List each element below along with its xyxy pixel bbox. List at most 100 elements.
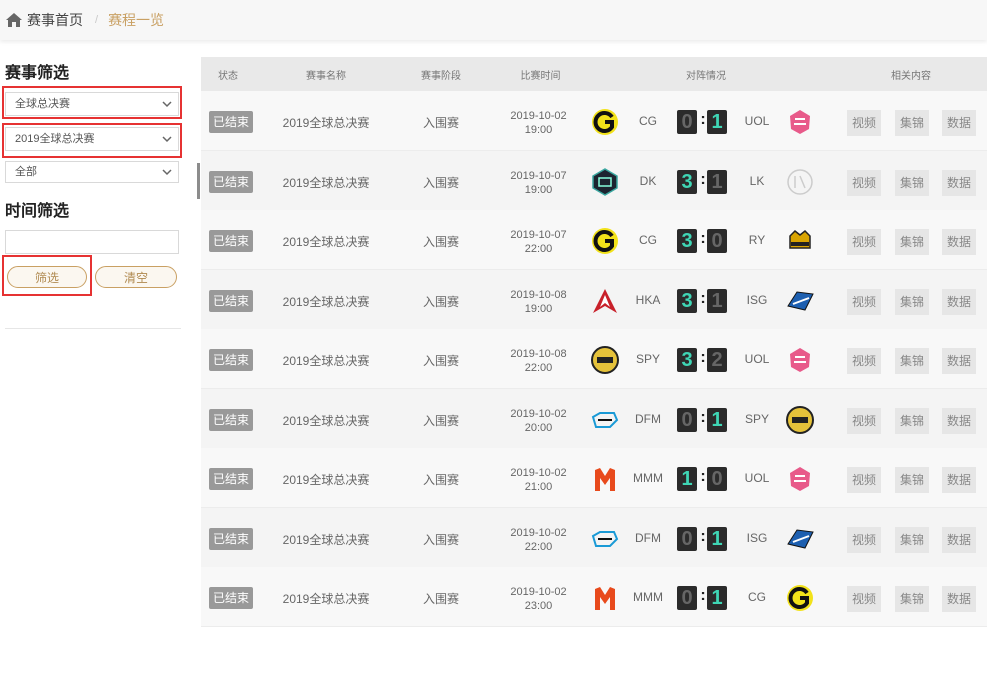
video-button[interactable]: 视频 <box>847 229 881 255</box>
breadcrumb-separator: / <box>95 14 99 26</box>
event-stage: 入围赛 <box>422 413 459 428</box>
table-row[interactable]: 已结束 2019全球总决赛 入围赛 2019-10-07 19:00 DK 3 … <box>197 150 987 211</box>
event-name: 2019全球总决赛 <box>282 413 370 428</box>
team2-name: RY <box>748 233 766 247</box>
table-row[interactable]: 已结束 2019全球总决赛 入围赛 2019-10-02 22:00 DFM 0… <box>201 507 987 568</box>
table-row[interactable]: 已结束 2019全球总决赛 入围赛 2019-10-02 23:00 MMM 0… <box>201 567 987 627</box>
table-row[interactable]: 已结束 2019全球总决赛 入围赛 2019-10-02 21:00 MMM 1… <box>201 448 987 508</box>
team1-name: DK <box>639 173 657 188</box>
table-row[interactable]: 已结束 2019全球总决赛 入围赛 2019-10-07 22:00 CG 3 … <box>201 210 987 270</box>
match-date: 2019-10-02 <box>510 407 567 420</box>
score-separator: : <box>700 349 706 366</box>
video-button[interactable]: 视频 <box>847 169 881 196</box>
team1-name: MMM <box>633 590 663 604</box>
uol-logo-icon <box>790 110 810 134</box>
highlights-button[interactable]: 集锦 <box>895 348 929 374</box>
stats-button[interactable]: 数据 <box>942 169 976 196</box>
stats-button[interactable]: 数据 <box>942 110 976 136</box>
team2-score: 1 <box>707 110 727 134</box>
stats-button[interactable]: 数据 <box>942 407 976 434</box>
highlights-button[interactable]: 集锦 <box>895 407 929 434</box>
stats-button[interactable]: 数据 <box>942 229 976 255</box>
highlights-button[interactable]: 集锦 <box>895 229 929 255</box>
highlights-button[interactable]: 集锦 <box>895 288 929 315</box>
highlights-button[interactable]: 集锦 <box>895 526 929 553</box>
team2-name: UOL <box>744 352 770 366</box>
team2-name: SPY <box>744 411 769 426</box>
video-button[interactable]: 视频 <box>847 348 881 374</box>
event-filter-title: 赛事筛选 <box>5 65 70 82</box>
video-button[interactable]: 视频 <box>847 467 881 493</box>
breadcrumb-current: 赛程一览 <box>108 12 165 28</box>
status-badge: 已结束 <box>209 349 253 371</box>
hka-logo-icon <box>593 288 617 313</box>
team2-name: LK <box>749 173 765 188</box>
match-hour: 19:00 <box>524 302 553 315</box>
video-button[interactable]: 视频 <box>847 526 881 553</box>
breadcrumb-home-link[interactable]: 赛事首页 <box>27 10 83 30</box>
match-time: 2019-10-07 19:00 <box>501 169 576 197</box>
match-date: 2019-10-02 <box>510 586 567 598</box>
match-hour: 23:00 <box>524 600 553 612</box>
event-name: 2019全球总决赛 <box>282 235 370 249</box>
team1-name: CG <box>639 233 657 247</box>
match-time: 2019-10-02 21:00 <box>501 466 576 494</box>
event-select-value: 2019全球总决赛 <box>15 133 95 145</box>
video-button[interactable]: 视频 <box>847 586 881 612</box>
status-badge: 已结束 <box>209 111 253 133</box>
event-name: 2019全球总决赛 <box>282 116 370 130</box>
date-input[interactable] <box>5 230 179 254</box>
stats-button[interactable]: 数据 <box>942 467 976 493</box>
event-stage: 入围赛 <box>422 354 459 368</box>
dfm-logo-icon <box>591 411 619 428</box>
highlights-button[interactable]: 集锦 <box>895 467 929 493</box>
stats-button[interactable]: 数据 <box>942 348 976 374</box>
match-hour: 19:00 <box>524 183 553 196</box>
team1-score: 3 <box>677 288 697 313</box>
stats-button[interactable]: 数据 <box>942 586 976 612</box>
video-button[interactable]: 视频 <box>847 288 881 315</box>
stage-select[interactable]: 全部 <box>5 161 179 183</box>
team2-score: 1 <box>707 288 727 313</box>
event-name: 2019全球总决赛 <box>282 294 370 309</box>
table-row[interactable]: 已结束 2019全球总决赛 入围赛 2019-10-08 22:00 SPY 3… <box>201 329 987 389</box>
team2-score: 0 <box>707 467 727 491</box>
sidebar-divider <box>5 328 181 329</box>
table-row[interactable]: 已结束 2019全球总决赛 入围赛 2019-10-08 19:00 HKA 3… <box>201 269 987 330</box>
event-type-select[interactable]: 全球总决赛 <box>5 92 179 116</box>
spy-logo-icon <box>591 346 619 374</box>
highlights-button[interactable]: 集锦 <box>895 110 929 136</box>
team1-name: SPY <box>635 352 660 366</box>
highlights-button[interactable]: 集锦 <box>895 586 929 612</box>
time-filter-title: 时间筛选 <box>5 203 70 220</box>
team1-score: 1 <box>677 467 697 491</box>
column-header-matchup: 对阵情况 <box>686 70 726 82</box>
column-header-time: 比赛时间 <box>520 70 561 82</box>
filter-button[interactable]: 筛选 <box>7 266 87 288</box>
team1-name: HKA <box>635 292 661 307</box>
highlights-button[interactable]: 集锦 <box>895 169 929 196</box>
match-hour: 21:00 <box>524 481 553 493</box>
event-name: 2019全球总决赛 <box>282 532 370 547</box>
event-stage: 入围赛 <box>422 235 459 249</box>
table-row[interactable]: 已结束 2019全球总决赛 入围赛 2019-10-02 20:00 DFM 0… <box>201 388 987 449</box>
event-stage: 入围赛 <box>422 294 459 309</box>
stats-button[interactable]: 数据 <box>942 526 976 553</box>
team2-name: UOL <box>744 471 770 485</box>
event-select[interactable]: 2019全球总决赛 <box>5 127 179 151</box>
column-header-related: 相关内容 <box>891 70 931 82</box>
table-row[interactable]: 已结束 2019全球总决赛 入围赛 2019-10-02 19:00 CG 0 … <box>201 91 987 151</box>
match-date: 2019-10-02 <box>510 467 567 479</box>
clear-button[interactable]: 清空 <box>95 266 177 288</box>
score-separator: : <box>700 408 706 426</box>
match-date: 2019-10-07 <box>510 229 567 241</box>
score-separator: : <box>700 170 706 188</box>
video-button[interactable]: 视频 <box>847 407 881 434</box>
video-button[interactable]: 视频 <box>847 110 881 136</box>
stats-button[interactable]: 数据 <box>942 288 976 315</box>
match-time: 2019-10-02 20:00 <box>501 407 576 435</box>
home-icon[interactable] <box>5 12 23 28</box>
team2-score: 2 <box>707 348 727 372</box>
event-stage: 入围赛 <box>422 473 459 487</box>
status-badge: 已结束 <box>209 527 253 550</box>
